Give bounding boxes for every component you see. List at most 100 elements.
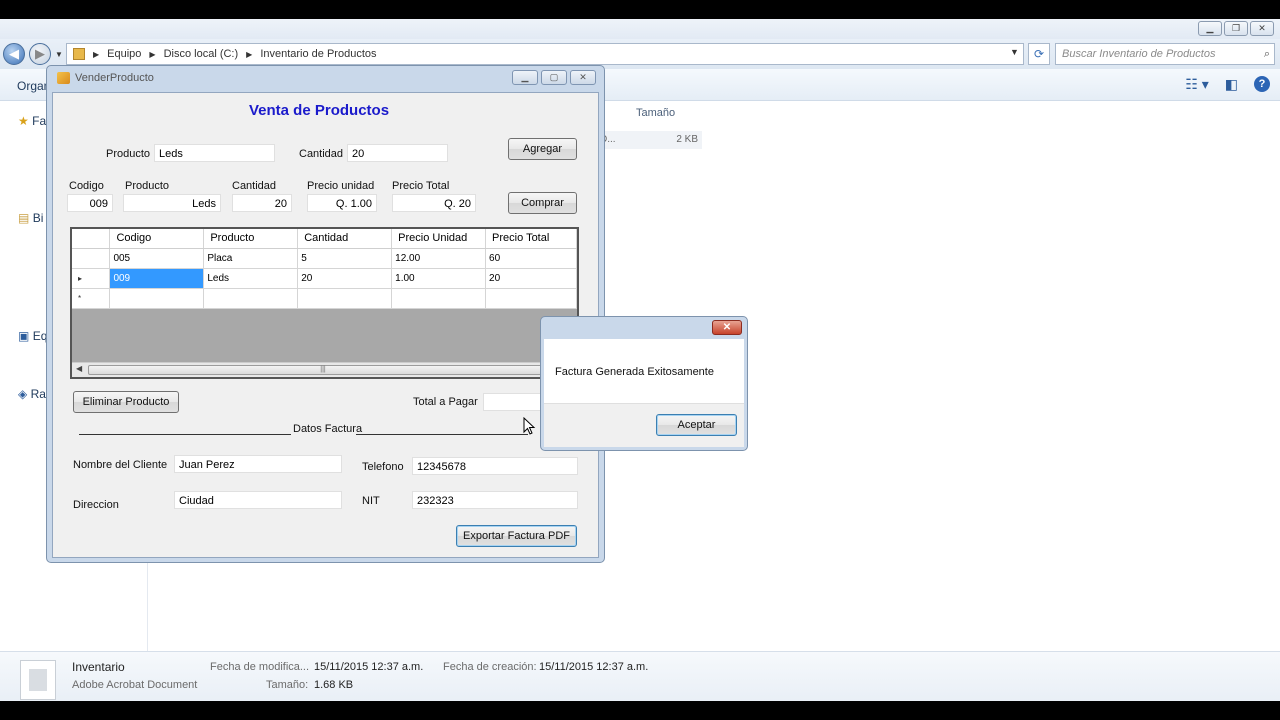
grid-column-producto[interactable]: Producto xyxy=(203,229,299,249)
grid-cell[interactable] xyxy=(203,288,299,309)
address-dropdown-icon[interactable]: ▼ xyxy=(1010,47,1019,57)
address-bar[interactable]: ▶ Equipo ▶ Disco local (C:) ▶ Inventario… xyxy=(66,43,1024,65)
close-icon[interactable]: ✕ xyxy=(1250,21,1274,36)
refresh-icon[interactable]: ⟳ xyxy=(1028,43,1050,65)
productos-grid[interactable]: Codigo Producto Cantidad Precio Unidad P… xyxy=(70,227,579,379)
table-row[interactable]: 005 Placa 5 12.00 60 xyxy=(72,248,577,269)
separator-line xyxy=(356,434,528,435)
grid-header-row: Codigo Producto Cantidad Precio Unidad P… xyxy=(72,229,577,249)
producto-input[interactable]: Leds xyxy=(154,144,275,162)
scroll-left-icon[interactable]: ◀ xyxy=(76,364,82,373)
details-modified-label: Fecha de modifica... xyxy=(210,661,310,673)
agregar-button[interactable]: Agregar xyxy=(508,138,577,160)
mouse-cursor-icon xyxy=(523,417,536,435)
message-box-client: Factura Generada Exitosamente Aceptar xyxy=(544,339,744,447)
grid-cell[interactable] xyxy=(485,288,577,309)
grid-cell[interactable] xyxy=(109,288,205,309)
grid-cell[interactable]: 60 xyxy=(485,248,577,269)
cantidad-label: Cantidad xyxy=(299,148,344,160)
cliente-input[interactable]: Juan Perez xyxy=(174,455,342,473)
breadcrumb-equipo[interactable]: Equipo xyxy=(107,48,141,60)
current-row-marker-icon[interactable]: ▸ xyxy=(72,268,111,289)
exportar-factura-pdf-button[interactable]: Exportar Factura PDF xyxy=(456,525,577,547)
grid-cell[interactable]: 12.00 xyxy=(391,248,487,269)
new-row-marker-icon[interactable]: * xyxy=(72,288,111,309)
grid-cell[interactable]: 1.00 xyxy=(391,268,487,289)
grid-cell[interactable]: Placa xyxy=(203,248,299,269)
row-header[interactable] xyxy=(72,248,111,269)
breadcrumb-disco-local[interactable]: Disco local (C:) xyxy=(164,48,239,60)
grid-cell[interactable] xyxy=(297,288,393,309)
detail-cantidad-label: Cantidad xyxy=(232,180,277,192)
back-arrow-icon[interactable]: ◀ xyxy=(3,43,25,65)
maximize-icon[interactable]: ❐ xyxy=(1224,21,1248,36)
detail-producto-field[interactable]: Leds xyxy=(123,194,221,212)
file-row[interactable]: D... 2 KB xyxy=(596,131,702,149)
table-row[interactable]: ▸ 009 Leds 20 1.00 20 xyxy=(72,268,577,289)
telefono-input[interactable]: 12345678 xyxy=(412,457,578,475)
breadcrumb-inventario[interactable]: Inventario de Productos xyxy=(260,48,376,60)
form-titlebar[interactable]: VenderProducto ▁ ▢ ✕ xyxy=(47,66,604,90)
scroll-thumb[interactable]: ||| xyxy=(88,365,558,375)
nav-item-favoritos[interactable]: ★ Fa xyxy=(18,114,46,128)
close-icon[interactable]: ✕ xyxy=(712,320,742,335)
vender-producto-window: VenderProducto ▁ ▢ ✕ Venta de Productos … xyxy=(46,65,605,563)
form-client-area: Venta de Productos Producto Leds Cantida… xyxy=(52,92,599,558)
column-header-size[interactable]: Tamaño xyxy=(636,107,675,119)
grid-cell[interactable] xyxy=(391,288,487,309)
detail-precio-unidad-label: Precio unidad xyxy=(307,180,375,192)
grid-cell[interactable]: 5 xyxy=(297,248,393,269)
grid-cell[interactable]: 005 xyxy=(109,248,205,269)
search-icon[interactable]: ⌕ xyxy=(1264,44,1270,64)
history-dropdown-icon[interactable]: ▼ xyxy=(55,50,63,59)
search-placeholder: Buscar Inventario de Productos xyxy=(1062,48,1216,60)
grid-column-precio-total[interactable]: Precio Total xyxy=(485,229,577,249)
page-title: Venta de Productos xyxy=(249,102,390,119)
nit-input[interactable]: 232323 xyxy=(412,491,578,509)
cantidad-input[interactable]: 20 xyxy=(347,144,448,162)
minimize-icon[interactable]: ▁ xyxy=(1198,21,1222,36)
grid-column-codigo[interactable]: Codigo xyxy=(109,229,205,249)
nav-item-red[interactable]: ◈ Ra xyxy=(18,387,46,401)
aceptar-button[interactable]: Aceptar xyxy=(656,414,737,436)
minimize-icon[interactable]: ▁ xyxy=(512,70,538,85)
details-created-label: Fecha de creación: xyxy=(443,661,537,673)
view-options-icon[interactable]: ☷ ▾ xyxy=(1185,76,1208,93)
detail-precio-unidad-field[interactable]: Q. 1.00 xyxy=(307,194,377,212)
computer-icon: ▣ xyxy=(18,329,30,343)
new-table-row[interactable]: * xyxy=(72,288,577,309)
direccion-input[interactable]: Ciudad xyxy=(174,491,342,509)
help-icon[interactable]: ? xyxy=(1254,76,1270,92)
grid-cell[interactable]: 20 xyxy=(485,268,577,289)
message-box-footer: Aceptar xyxy=(544,403,744,447)
details-size-label: Tamaño: xyxy=(266,679,309,691)
grid-column-precio-unidad[interactable]: Precio Unidad xyxy=(391,229,487,249)
breadcrumb-separator-icon: ▶ xyxy=(93,49,100,59)
nav-item-bibliotecas[interactable]: ▤ Bi xyxy=(18,211,43,225)
grid-cell[interactable]: 20 xyxy=(297,268,393,289)
grid-corner-header xyxy=(72,229,111,249)
details-pane: Inventario Adobe Acrobat Document Fecha … xyxy=(0,651,1280,701)
direccion-label: Direccion xyxy=(73,499,119,511)
maximize-icon[interactable]: ▢ xyxy=(541,70,567,85)
library-icon: ▤ xyxy=(18,211,30,225)
detail-precio-total-field[interactable]: Q. 20 xyxy=(392,194,476,212)
detail-cantidad-field[interactable]: 20 xyxy=(232,194,292,212)
details-file-name: Inventario xyxy=(72,660,125,674)
eliminar-producto-button[interactable]: Eliminar Producto xyxy=(73,391,179,413)
horizontal-scrollbar[interactable]: ◀ ||| ▶ xyxy=(72,362,577,377)
nav-item-equipo[interactable]: ▣ Eq xyxy=(18,329,47,343)
app-icon xyxy=(57,72,70,84)
preview-pane-icon[interactable]: ◧ xyxy=(1225,76,1238,93)
forward-arrow-icon[interactable]: ▶ xyxy=(29,43,51,65)
total-field[interactable] xyxy=(483,393,543,411)
comprar-button[interactable]: Comprar xyxy=(508,192,577,214)
detail-codigo-field[interactable]: 009 xyxy=(67,194,113,212)
grid-cell[interactable]: Leds xyxy=(203,268,299,289)
message-box-dialog: ✕ Factura Generada Exitosamente Aceptar xyxy=(540,316,748,451)
search-input[interactable]: Buscar Inventario de Productos ⌕ xyxy=(1055,43,1275,65)
grid-column-cantidad[interactable]: Cantidad xyxy=(297,229,393,249)
breadcrumb-separator-icon: ▶ xyxy=(246,49,253,59)
grid-cell-selected[interactable]: 009 xyxy=(109,268,205,289)
close-icon[interactable]: ✕ xyxy=(570,70,596,85)
